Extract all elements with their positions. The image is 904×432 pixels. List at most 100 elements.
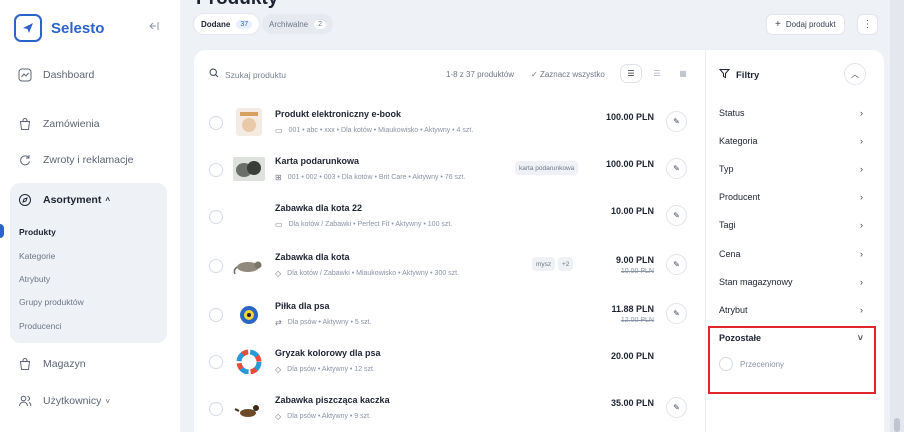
nav-sub-producers[interactable]: Producenci: [19, 321, 62, 331]
nav-dashboard[interactable]: Dashboard: [18, 68, 94, 82]
tag-icon: ◇: [275, 269, 282, 278]
product-thumbnail: [232, 299, 266, 329]
filter-tags[interactable]: Tagi ›: [719, 220, 863, 230]
compact-view-icon[interactable]: ☰: [647, 65, 667, 82]
box-icon: ▭: [275, 220, 283, 229]
nav-sub-categories[interactable]: Kategorie: [19, 251, 55, 261]
plus-icon: +: [775, 19, 781, 30]
tab-archived-label: Archiwalne: [269, 19, 309, 29]
filter-category[interactable]: Kategoria ›: [719, 136, 863, 146]
nav-sub-product-groups[interactable]: Grupy produktów: [19, 297, 84, 307]
dashboard-icon: [18, 68, 32, 82]
product-thumbnail: [232, 107, 266, 137]
row-checkbox[interactable]: [209, 355, 223, 369]
product-name[interactable]: Zabawka dla kota 22: [275, 203, 362, 213]
edit-icon[interactable]: ✎: [666, 111, 687, 132]
nav-dashboard-label: Dashboard: [43, 69, 95, 81]
chevron-right-icon: ›: [860, 305, 863, 315]
nav-users[interactable]: Użytkownicy ˅: [18, 394, 110, 408]
filter-stock[interactable]: Stan magazynowy ›: [719, 277, 863, 287]
product-thumbnail: [232, 250, 266, 280]
users-icon: [18, 394, 32, 408]
collapse-sidebar-icon[interactable]: [148, 20, 162, 34]
scrollbar[interactable]: [890, 0, 904, 432]
warehouse-icon: [18, 357, 32, 371]
row-checkbox[interactable]: [209, 308, 223, 322]
product-price: 20.00 PLN: [610, 351, 654, 361]
select-all-button[interactable]: ✓ Zaznacz wszystko: [531, 70, 605, 79]
row-checkbox[interactable]: [209, 163, 223, 177]
filter-other[interactable]: Pozostałe ˅: [719, 333, 863, 343]
nav-returns[interactable]: Zwroty i reklamacje: [18, 153, 133, 167]
product-meta: ◇ Dla psów • Aktywny • 12 szt.: [275, 365, 375, 374]
filter-label: Kategoria: [719, 136, 758, 146]
product-meta-text: Dla psów • Aktywny • 12 szt.: [287, 366, 375, 373]
table-row[interactable]: Zabawka piszcząca kaczka ◇ Dla psów • Akt…: [194, 389, 704, 432]
table-row[interactable]: Zabawka dla kota 22 ▭ Dla kotów / Zabawki…: [194, 197, 704, 243]
check-icon: ✓: [531, 70, 538, 79]
table-row[interactable]: Karta podarunkowa ⊞ 001 • 002 • 003 • Dla…: [194, 150, 704, 196]
edit-icon[interactable]: ✎: [666, 303, 687, 324]
chevron-up-icon[interactable]: ︿: [844, 63, 866, 85]
more-options-icon[interactable]: ⋮: [857, 14, 878, 35]
scrollbar-thumb[interactable]: [894, 418, 900, 432]
product-thumbnail: [232, 393, 266, 423]
edit-icon[interactable]: ✎: [666, 397, 687, 418]
tab-added-label: Dodane: [201, 19, 231, 29]
grid-view-icon[interactable]: ▦: [673, 65, 693, 82]
table-row[interactable]: Gryzak kolorowy dla psa ◇ Dla psów • Akty…: [194, 342, 704, 388]
filter-attribute[interactable]: Atrybut ›: [719, 305, 863, 315]
list-view-icon[interactable]: ☰: [621, 65, 641, 82]
filter-type[interactable]: Typ ›: [719, 164, 863, 174]
product-meta: ◇ Dla psów • Aktywny • 9 szt.: [275, 412, 371, 421]
select-all-label: Zaznacz wszystko: [539, 70, 605, 79]
nav-group-assortment: Asortyment ^ Produkty Kategorie Atrybuty…: [10, 183, 167, 343]
product-name[interactable]: Zabawka dla kota: [275, 252, 350, 262]
page-title: Produkty: [196, 0, 278, 10]
view-switcher: ☰ ☰ ▦: [621, 65, 699, 82]
filter-price[interactable]: Cena ›: [719, 249, 863, 259]
nav-orders[interactable]: Zamówienia: [18, 117, 100, 131]
row-checkbox[interactable]: [209, 210, 223, 224]
product-meta-text: Dla kotów / Zabawki • Perfect Fit • Akty…: [288, 221, 453, 228]
edit-icon[interactable]: ✎: [666, 158, 687, 179]
nav-returns-label: Zwroty i reklamacje: [43, 154, 134, 166]
tab-archived[interactable]: Archiwalne 2: [262, 14, 334, 34]
table-row[interactable]: Zabawka dla kota ◇ Dla kotów / Zabawki • …: [194, 246, 704, 292]
nav-assortment[interactable]: Asortyment ^: [18, 193, 110, 207]
nav-sub-products[interactable]: Produkty: [19, 227, 56, 237]
search-input[interactable]: Szukaj produktu: [209, 68, 286, 81]
row-checkbox[interactable]: [209, 116, 223, 130]
filter-status[interactable]: Status ›: [719, 108, 863, 118]
edit-icon[interactable]: ✎: [666, 254, 687, 275]
product-tag: mysz: [532, 257, 556, 271]
product-name[interactable]: Gryzak kolorowy dla psa: [275, 348, 381, 358]
discounted-checkbox[interactable]: [719, 357, 733, 371]
nav-sub-attributes[interactable]: Atrybuty: [19, 274, 50, 284]
chevron-right-icon: ›: [860, 220, 863, 230]
nav-warehouse-label: Magazyn: [43, 358, 86, 370]
logo[interactable]: Selesto: [14, 14, 104, 42]
nav-warehouse[interactable]: Magazyn: [18, 357, 86, 371]
edit-icon[interactable]: ✎: [666, 205, 687, 226]
filter-label: Cena: [719, 249, 741, 259]
row-checkbox[interactable]: [209, 259, 223, 273]
product-name[interactable]: Produkt elektroniczny e-book: [275, 109, 401, 119]
product-price: 11.88 PLN: [611, 304, 654, 314]
product-name[interactable]: Zabawka piszcząca kaczka: [275, 395, 390, 405]
product-tag: karta podarunkowa: [515, 161, 579, 175]
table-row[interactable]: Piłka dla psa ⇄ Dla psów • Aktywny • 5 sz…: [194, 295, 704, 341]
table-row[interactable]: Produkt elektroniczny e-book ▭ 001 • abc …: [194, 103, 704, 149]
product-name[interactable]: Karta podarunkowa: [275, 156, 359, 166]
chevron-right-icon: ›: [860, 136, 863, 146]
filter-producer[interactable]: Producent ›: [719, 192, 863, 202]
tab-added[interactable]: Dodane 37: [194, 14, 260, 34]
chevron-up-icon: ^: [105, 195, 111, 205]
row-checkbox[interactable]: [209, 402, 223, 416]
filter-label: Stan magazynowy: [719, 277, 793, 287]
pagination-range: 1-8 z 37 produktów: [446, 70, 515, 79]
product-name[interactable]: Piłka dla psa: [275, 301, 330, 311]
product-price: 35.00 PLN: [610, 398, 654, 408]
add-product-button[interactable]: + Dodaj produkt: [766, 14, 845, 35]
tag-icon: ◇: [275, 365, 282, 374]
